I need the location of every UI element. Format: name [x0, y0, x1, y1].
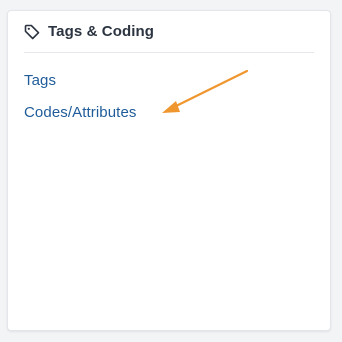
card-header: Tags & Coding	[24, 11, 314, 53]
card-title: Tags & Coding	[48, 23, 155, 40]
link-list: Tags Codes/Attributes	[24, 70, 137, 134]
codes-attributes-link[interactable]: Codes/Attributes	[24, 102, 137, 124]
tags-coding-card: Tags & Coding Tags Codes/Attributes	[7, 10, 331, 331]
tags-link[interactable]: Tags	[24, 70, 137, 92]
tag-icon	[24, 24, 40, 40]
